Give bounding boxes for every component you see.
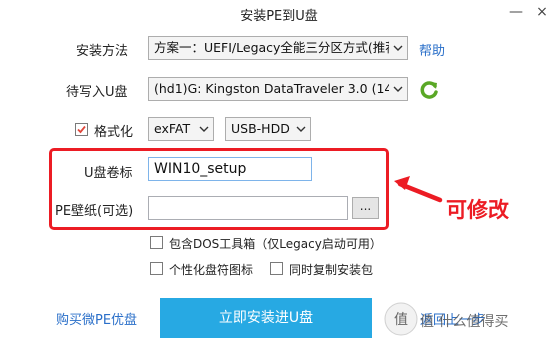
- refresh-icon[interactable]: [418, 79, 440, 101]
- personalize-icon-label: 个性化盘符图标: [169, 263, 254, 277]
- buy-usb-link[interactable]: 购买微PE优盘: [56, 309, 137, 328]
- format-checkbox[interactable]: [75, 123, 88, 136]
- filesystem-value: exFAT: [154, 121, 191, 136]
- copy-installer-checkbox[interactable]: [270, 262, 283, 275]
- window-title: 安装PE到U盘: [240, 9, 318, 24]
- help-link[interactable]: 帮助: [419, 40, 445, 59]
- svg-text:值: 值: [394, 312, 408, 328]
- target-usb-select[interactable]: (hd1)G: Kingston DataTraveler 3.0 (14.4G: [148, 77, 408, 101]
- chevron-down-icon: [292, 118, 310, 140]
- personalize-icon-checkbox[interactable]: [150, 262, 163, 275]
- title-bar: 安装PE到U盘 — ×: [0, 0, 558, 28]
- chevron-down-icon: [195, 118, 213, 140]
- target-usb-label: 待写入U盘: [66, 85, 128, 100]
- highlight-box: [49, 148, 389, 230]
- watermark-logo-icon: 值: [383, 301, 419, 337]
- install-pe-window: 安装PE到U盘 — × 安装方法 方案一：UEFI/Legacy全能三分区方式(…: [0, 0, 558, 346]
- arrow-icon: [392, 170, 444, 206]
- copy-installer-label: 同时复制安装包: [289, 263, 374, 277]
- chevron-down-icon: [389, 78, 407, 100]
- watermark-text: 值 什么值得买: [420, 314, 509, 330]
- install-button[interactable]: 立即安装进U盘: [160, 298, 372, 338]
- dos-tools-label: 包含DOS工具箱（仅Legacy启动可用）: [169, 237, 382, 251]
- boot-mode-value: USB-HDD: [231, 121, 290, 136]
- boot-mode-select[interactable]: USB-HDD: [225, 117, 311, 141]
- target-usb-value: (hd1)G: Kingston DataTraveler 3.0 (14.4G: [154, 81, 408, 96]
- minimize-button[interactable]: —: [508, 4, 524, 20]
- install-method-select[interactable]: 方案一：UEFI/Legacy全能三分区方式(推荐): [148, 36, 408, 60]
- install-method-label: 安装方法: [76, 44, 129, 59]
- filesystem-select[interactable]: exFAT: [148, 117, 214, 141]
- format-label: 格式化: [94, 125, 134, 140]
- install-method-value: 方案一：UEFI/Legacy全能三分区方式(推荐): [154, 40, 403, 55]
- annotation-text: 可修改: [446, 198, 509, 222]
- dos-tools-checkbox[interactable]: [150, 236, 163, 249]
- chevron-down-icon: [389, 37, 407, 59]
- close-button[interactable]: ×: [534, 4, 550, 20]
